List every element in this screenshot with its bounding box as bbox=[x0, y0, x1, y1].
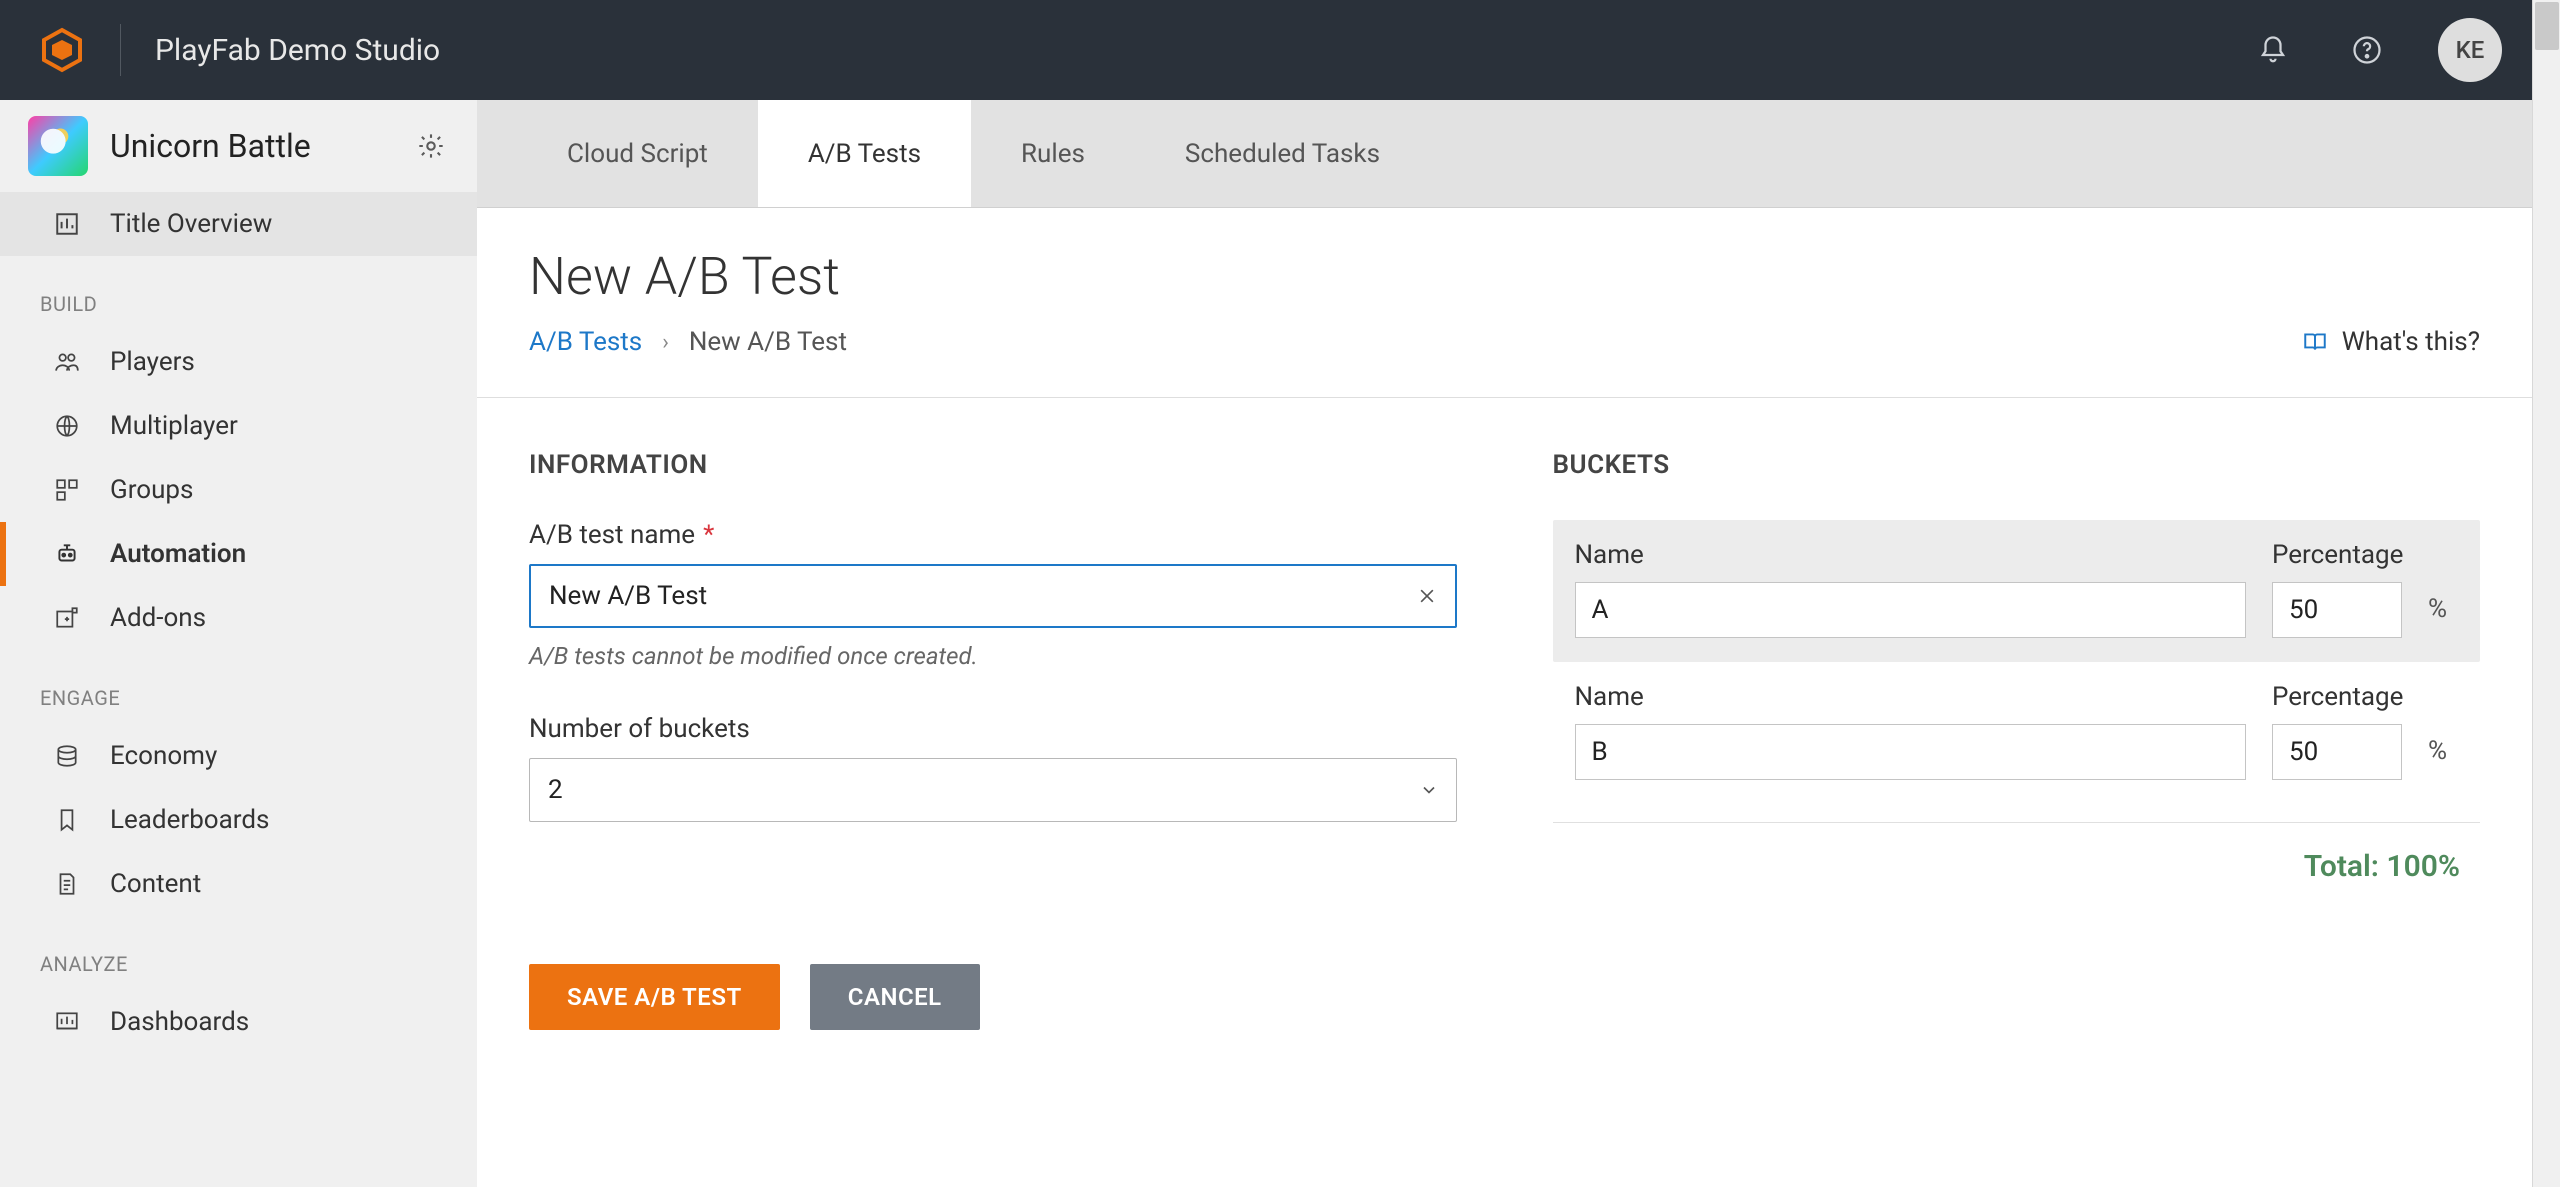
addon-icon bbox=[52, 603, 82, 633]
playfab-logo-icon bbox=[38, 26, 86, 74]
sidebar-item-leaderboards[interactable]: Leaderboards bbox=[0, 788, 477, 852]
sidebar: Unicorn Battle Title Overview BUILD Play… bbox=[0, 100, 477, 1187]
tab-ab-tests[interactable]: A/B Tests bbox=[758, 100, 971, 207]
bucket-count-select[interactable]: 2 bbox=[529, 758, 1457, 822]
nav-label: Players bbox=[110, 347, 195, 377]
breadcrumb-current: New A/B Test bbox=[689, 327, 847, 357]
dashboard-icon bbox=[52, 1007, 82, 1037]
bucket-name-input-a[interactable] bbox=[1575, 582, 2247, 638]
nav-label: Dashboards bbox=[110, 1007, 249, 1037]
sidebar-item-overview[interactable]: Title Overview bbox=[0, 192, 477, 256]
bucket-pct-label: Percentage bbox=[2272, 682, 2402, 712]
nav-label: Automation bbox=[110, 539, 246, 569]
header-divider bbox=[120, 24, 121, 76]
bucket-count-label: Number of buckets bbox=[529, 714, 1457, 744]
divider bbox=[477, 397, 2532, 398]
nav-label: Content bbox=[110, 869, 201, 899]
information-column: INFORMATION A/B test name* A/B tests can… bbox=[529, 450, 1457, 884]
whats-this-label: What's this? bbox=[2342, 327, 2480, 357]
bucket-pct-input-b[interactable] bbox=[2272, 724, 2402, 780]
test-name-label: A/B test name* bbox=[529, 520, 1457, 550]
section-build: BUILD bbox=[0, 256, 477, 330]
economy-icon bbox=[52, 741, 82, 771]
help-icon bbox=[2352, 35, 2382, 65]
tab-cloud-script[interactable]: Cloud Script bbox=[517, 100, 758, 207]
whats-this-link[interactable]: What's this? bbox=[2302, 327, 2480, 357]
bucket-pct-input-a[interactable] bbox=[2272, 582, 2402, 638]
groups-icon bbox=[52, 475, 82, 505]
nav-label: Groups bbox=[110, 475, 193, 505]
top-bar: PlayFab Demo Studio KE bbox=[0, 0, 2532, 100]
tab-strip: Cloud Script A/B Tests Rules Scheduled T… bbox=[477, 100, 2532, 208]
sidebar-item-automation[interactable]: Automation bbox=[0, 522, 477, 586]
breadcrumb-root-link[interactable]: A/B Tests bbox=[529, 327, 642, 357]
game-icon bbox=[28, 116, 88, 176]
buckets-column: BUCKETS Name Percentage % Name bbox=[1553, 450, 2481, 884]
nav-label: Multiplayer bbox=[110, 411, 238, 441]
section-analyze: ANALYZE bbox=[0, 916, 477, 990]
test-name-input[interactable] bbox=[529, 564, 1457, 628]
page-title: New A/B Test bbox=[529, 246, 2480, 307]
bucket-name-label: Name bbox=[1575, 682, 2247, 712]
sidebar-item-dashboards[interactable]: Dashboards bbox=[0, 990, 477, 1054]
studio-name[interactable]: PlayFab Demo Studio bbox=[155, 33, 440, 68]
bucket-name-input-b[interactable] bbox=[1575, 724, 2247, 780]
sidebar-item-content[interactable]: Content bbox=[0, 852, 477, 916]
bucket-name-label: Name bbox=[1575, 540, 2247, 570]
tab-rules[interactable]: Rules bbox=[971, 100, 1135, 207]
help-button[interactable] bbox=[2332, 15, 2402, 85]
bucket-row: Name Percentage % bbox=[1553, 662, 2481, 804]
test-name-hint: A/B tests cannot be modified once create… bbox=[529, 642, 1457, 670]
main-content: Cloud Script A/B Tests Rules Scheduled T… bbox=[477, 100, 2532, 1187]
book-icon bbox=[2302, 329, 2328, 355]
tab-scheduled-tasks[interactable]: Scheduled Tasks bbox=[1135, 100, 1430, 207]
nav-label: Leaderboards bbox=[110, 805, 269, 835]
nav-label: Add-ons bbox=[110, 603, 206, 633]
save-button[interactable]: SAVE A/B TEST bbox=[529, 964, 780, 1030]
notifications-button[interactable] bbox=[2238, 15, 2308, 85]
nav-label: Title Overview bbox=[110, 209, 272, 239]
globe-icon bbox=[52, 411, 82, 441]
title-settings-button[interactable] bbox=[413, 128, 449, 164]
logo[interactable] bbox=[0, 26, 86, 74]
sidebar-item-multiplayer[interactable]: Multiplayer bbox=[0, 394, 477, 458]
bucket-total: Total: 100% bbox=[1553, 822, 2481, 884]
bookmark-icon bbox=[52, 805, 82, 835]
scrollbar-thumb[interactable] bbox=[2535, 2, 2559, 50]
sidebar-item-addons[interactable]: Add-ons bbox=[0, 586, 477, 650]
clear-input-button[interactable] bbox=[1411, 580, 1443, 612]
pct-unit: % bbox=[2428, 736, 2458, 780]
information-heading: INFORMATION bbox=[529, 450, 1457, 480]
window-scrollbar[interactable] bbox=[2532, 0, 2560, 1187]
gear-icon bbox=[417, 132, 445, 160]
nav-label: Economy bbox=[110, 741, 217, 771]
players-icon bbox=[52, 347, 82, 377]
bell-icon bbox=[2258, 35, 2288, 65]
document-icon bbox=[52, 869, 82, 899]
sidebar-item-economy[interactable]: Economy bbox=[0, 724, 477, 788]
action-bar: SAVE A/B TEST CANCEL bbox=[529, 964, 2480, 1030]
cancel-button[interactable]: CANCEL bbox=[810, 964, 980, 1030]
close-icon bbox=[1417, 586, 1437, 606]
user-avatar[interactable]: KE bbox=[2438, 18, 2502, 82]
game-title[interactable]: Unicorn Battle bbox=[110, 127, 311, 165]
section-engage: ENGAGE bbox=[0, 650, 477, 724]
pct-unit: % bbox=[2428, 594, 2458, 638]
chart-icon bbox=[52, 209, 82, 239]
bucket-pct-label: Percentage bbox=[2272, 540, 2402, 570]
breadcrumb: A/B Tests › New A/B Test What's this? bbox=[529, 327, 2480, 357]
title-header: Unicorn Battle bbox=[0, 100, 477, 192]
robot-icon bbox=[52, 539, 82, 569]
sidebar-item-players[interactable]: Players bbox=[0, 330, 477, 394]
sidebar-item-groups[interactable]: Groups bbox=[0, 458, 477, 522]
chevron-right-icon: › bbox=[662, 330, 669, 355]
buckets-heading: BUCKETS bbox=[1553, 450, 2481, 480]
bucket-row: Name Percentage % bbox=[1553, 520, 2481, 662]
